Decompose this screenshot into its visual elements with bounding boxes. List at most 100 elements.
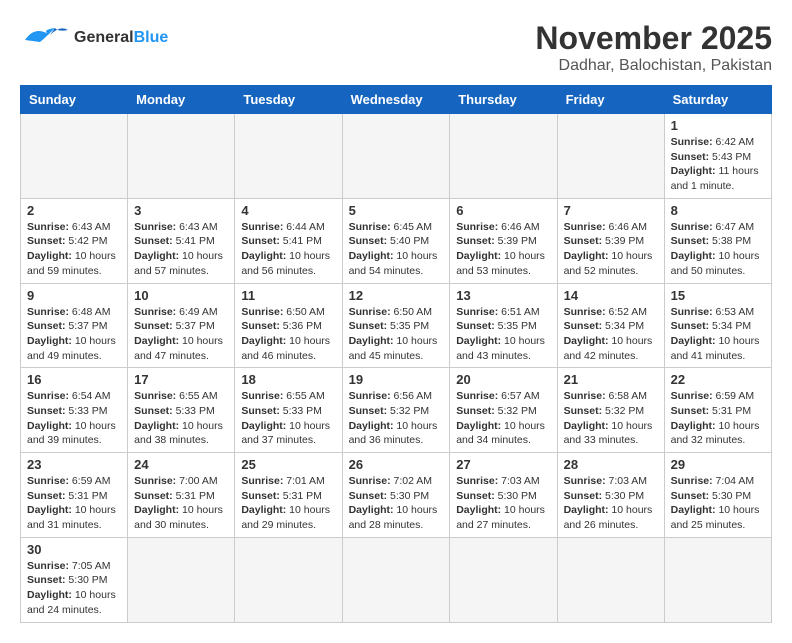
day-info: Sunrise: 7:00 AMSunset: 5:31 PMDaylight:… <box>134 474 228 533</box>
calendar-cell: 27 Sunrise: 7:03 AMSunset: 5:30 PMDayligh… <box>450 453 557 538</box>
day-number: 21 <box>564 372 658 387</box>
calendar-cell: 3 Sunrise: 6:43 AMSunset: 5:41 PMDaylight… <box>128 198 235 283</box>
day-info: Sunrise: 6:46 AMSunset: 5:39 PMDaylight:… <box>456 220 550 279</box>
calendar-cell: 25Sunrise: 7:01 AMSunset: 5:31 PMDayligh… <box>235 453 342 538</box>
day-number: 7 <box>564 203 658 218</box>
calendar-cell <box>664 537 771 622</box>
calendar-header-thursday: Thursday <box>450 86 557 114</box>
calendar-cell: 2 Sunrise: 6:43 AMSunset: 5:42 PMDaylight… <box>21 198 128 283</box>
day-info: Sunrise: 7:04 AMSunset: 5:30 PMDaylight:… <box>671 474 765 533</box>
day-info: Sunrise: 6:58 AMSunset: 5:32 PMDaylight:… <box>564 389 658 448</box>
day-number: 3 <box>134 203 228 218</box>
day-info: Sunrise: 6:55 AMSunset: 5:33 PMDaylight:… <box>134 389 228 448</box>
calendar-cell: 5Sunrise: 6:45 AMSunset: 5:40 PMDaylight… <box>342 198 450 283</box>
calendar-header-tuesday: Tuesday <box>235 86 342 114</box>
calendar-cell: 24 Sunrise: 7:00 AMSunset: 5:31 PMDayligh… <box>128 453 235 538</box>
logo-icon <box>20 20 70 55</box>
day-number: 4 <box>241 203 335 218</box>
calendar-cell: 6 Sunrise: 6:46 AMSunset: 5:39 PMDaylight… <box>450 198 557 283</box>
day-info: Sunrise: 6:50 AMSunset: 5:35 PMDaylight:… <box>349 305 444 364</box>
day-number: 20 <box>456 372 550 387</box>
calendar-header-saturday: Saturday <box>664 86 771 114</box>
calendar-cell <box>128 114 235 199</box>
day-info: Sunrise: 6:47 AMSunset: 5:38 PMDaylight:… <box>671 220 765 279</box>
day-number: 29 <box>671 457 765 472</box>
day-number: 27 <box>456 457 550 472</box>
day-number: 12 <box>349 288 444 303</box>
day-info: Sunrise: 6:57 AMSunset: 5:32 PMDaylight:… <box>456 389 550 448</box>
day-number: 17 <box>134 372 228 387</box>
calendar-cell: 28Sunrise: 7:03 AMSunset: 5:30 PMDayligh… <box>557 453 664 538</box>
day-info: Sunrise: 6:42 AMSunset: 5:43 PMDaylight:… <box>671 135 765 194</box>
day-number: 8 <box>671 203 765 218</box>
day-info: Sunrise: 7:01 AMSunset: 5:31 PMDaylight:… <box>241 474 335 533</box>
calendar-cell: 14Sunrise: 6:52 AMSunset: 5:34 PMDayligh… <box>557 283 664 368</box>
calendar-cell <box>235 114 342 199</box>
day-info: Sunrise: 6:53 AMSunset: 5:34 PMDaylight:… <box>671 305 765 364</box>
day-info: Sunrise: 7:03 AMSunset: 5:30 PMDaylight:… <box>456 474 550 533</box>
calendar-cell: 29 Sunrise: 7:04 AMSunset: 5:30 PMDayligh… <box>664 453 771 538</box>
calendar-week-row: 16Sunrise: 6:54 AMSunset: 5:33 PMDayligh… <box>21 368 772 453</box>
day-info: Sunrise: 6:48 AMSunset: 5:37 PMDaylight:… <box>27 305 121 364</box>
calendar-cell: 8 Sunrise: 6:47 AMSunset: 5:38 PMDaylight… <box>664 198 771 283</box>
logo: GeneralBlue <box>20 20 168 55</box>
calendar-cell: 13 Sunrise: 6:51 AMSunset: 5:35 PMDayligh… <box>450 283 557 368</box>
calendar-cell <box>450 537 557 622</box>
day-number: 11 <box>241 288 335 303</box>
day-info: Sunrise: 6:55 AMSunset: 5:33 PMDaylight:… <box>241 389 335 448</box>
calendar-cell: 9 Sunrise: 6:48 AMSunset: 5:37 PMDaylight… <box>21 283 128 368</box>
day-number: 13 <box>456 288 550 303</box>
day-info: Sunrise: 6:43 AMSunset: 5:42 PMDaylight:… <box>27 220 121 279</box>
location-title: Dadhar, Balochistan, Pakistan <box>535 57 772 75</box>
day-info: Sunrise: 7:05 AMSunset: 5:30 PMDaylight:… <box>27 559 121 618</box>
day-info: Sunrise: 6:59 AMSunset: 5:31 PMDaylight:… <box>27 474 121 533</box>
day-number: 24 <box>134 457 228 472</box>
calendar-cell: 4 Sunrise: 6:44 AMSunset: 5:41 PMDaylight… <box>235 198 342 283</box>
logo-general-text: General <box>74 29 134 46</box>
day-number: 1 <box>671 118 765 133</box>
day-info: Sunrise: 6:56 AMSunset: 5:32 PMDaylight:… <box>349 389 444 448</box>
calendar-cell: 30 Sunrise: 7:05 AMSunset: 5:30 PMDayligh… <box>21 537 128 622</box>
calendar-cell: 20 Sunrise: 6:57 AMSunset: 5:32 PMDayligh… <box>450 368 557 453</box>
calendar-cell <box>342 537 450 622</box>
day-info: Sunrise: 6:52 AMSunset: 5:34 PMDaylight:… <box>564 305 658 364</box>
day-info: Sunrise: 6:51 AMSunset: 5:35 PMDaylight:… <box>456 305 550 364</box>
calendar-cell <box>557 114 664 199</box>
calendar-header-row: SundayMondayTuesdayWednesdayThursdayFrid… <box>21 86 772 114</box>
calendar-table: SundayMondayTuesdayWednesdayThursdayFrid… <box>20 85 772 623</box>
month-title: November 2025 <box>535 20 772 57</box>
calendar-cell: 11Sunrise: 6:50 AMSunset: 5:36 PMDayligh… <box>235 283 342 368</box>
calendar-cell <box>450 114 557 199</box>
calendar-cell: 17 Sunrise: 6:55 AMSunset: 5:33 PMDayligh… <box>128 368 235 453</box>
day-info: Sunrise: 6:43 AMSunset: 5:41 PMDaylight:… <box>134 220 228 279</box>
day-info: Sunrise: 7:02 AMSunset: 5:30 PMDaylight:… <box>349 474 444 533</box>
calendar-week-row: 30 Sunrise: 7:05 AMSunset: 5:30 PMDayligh… <box>21 537 772 622</box>
day-number: 2 <box>27 203 121 218</box>
day-number: 30 <box>27 542 121 557</box>
calendar-week-row: 23Sunrise: 6:59 AMSunset: 5:31 PMDayligh… <box>21 453 772 538</box>
day-number: 22 <box>671 372 765 387</box>
calendar-cell: 12 Sunrise: 6:50 AMSunset: 5:35 PMDayligh… <box>342 283 450 368</box>
day-info: Sunrise: 6:49 AMSunset: 5:37 PMDaylight:… <box>134 305 228 364</box>
calendar-cell: 1 Sunrise: 6:42 AMSunset: 5:43 PMDaylight… <box>664 114 771 199</box>
calendar-cell: 16Sunrise: 6:54 AMSunset: 5:33 PMDayligh… <box>21 368 128 453</box>
day-number: 9 <box>27 288 121 303</box>
day-number: 26 <box>349 457 444 472</box>
calendar-cell: 22 Sunrise: 6:59 AMSunset: 5:31 PMDayligh… <box>664 368 771 453</box>
calendar-cell <box>342 114 450 199</box>
logo-blue-text: Blue <box>134 29 169 46</box>
day-number: 5 <box>349 203 444 218</box>
calendar-cell: 23Sunrise: 6:59 AMSunset: 5:31 PMDayligh… <box>21 453 128 538</box>
day-info: Sunrise: 6:54 AMSunset: 5:33 PMDaylight:… <box>27 389 121 448</box>
calendar-cell: 7Sunrise: 6:46 AMSunset: 5:39 PMDaylight… <box>557 198 664 283</box>
day-number: 19 <box>349 372 444 387</box>
day-info: Sunrise: 6:59 AMSunset: 5:31 PMDaylight:… <box>671 389 765 448</box>
calendar-cell: 18 Sunrise: 6:55 AMSunset: 5:33 PMDayligh… <box>235 368 342 453</box>
calendar-header-sunday: Sunday <box>21 86 128 114</box>
calendar-cell: 19 Sunrise: 6:56 AMSunset: 5:32 PMDayligh… <box>342 368 450 453</box>
calendar-header-wednesday: Wednesday <box>342 86 450 114</box>
calendar-week-row: 1 Sunrise: 6:42 AMSunset: 5:43 PMDaylight… <box>21 114 772 199</box>
day-info: Sunrise: 6:44 AMSunset: 5:41 PMDaylight:… <box>241 220 335 279</box>
day-number: 6 <box>456 203 550 218</box>
day-number: 18 <box>241 372 335 387</box>
